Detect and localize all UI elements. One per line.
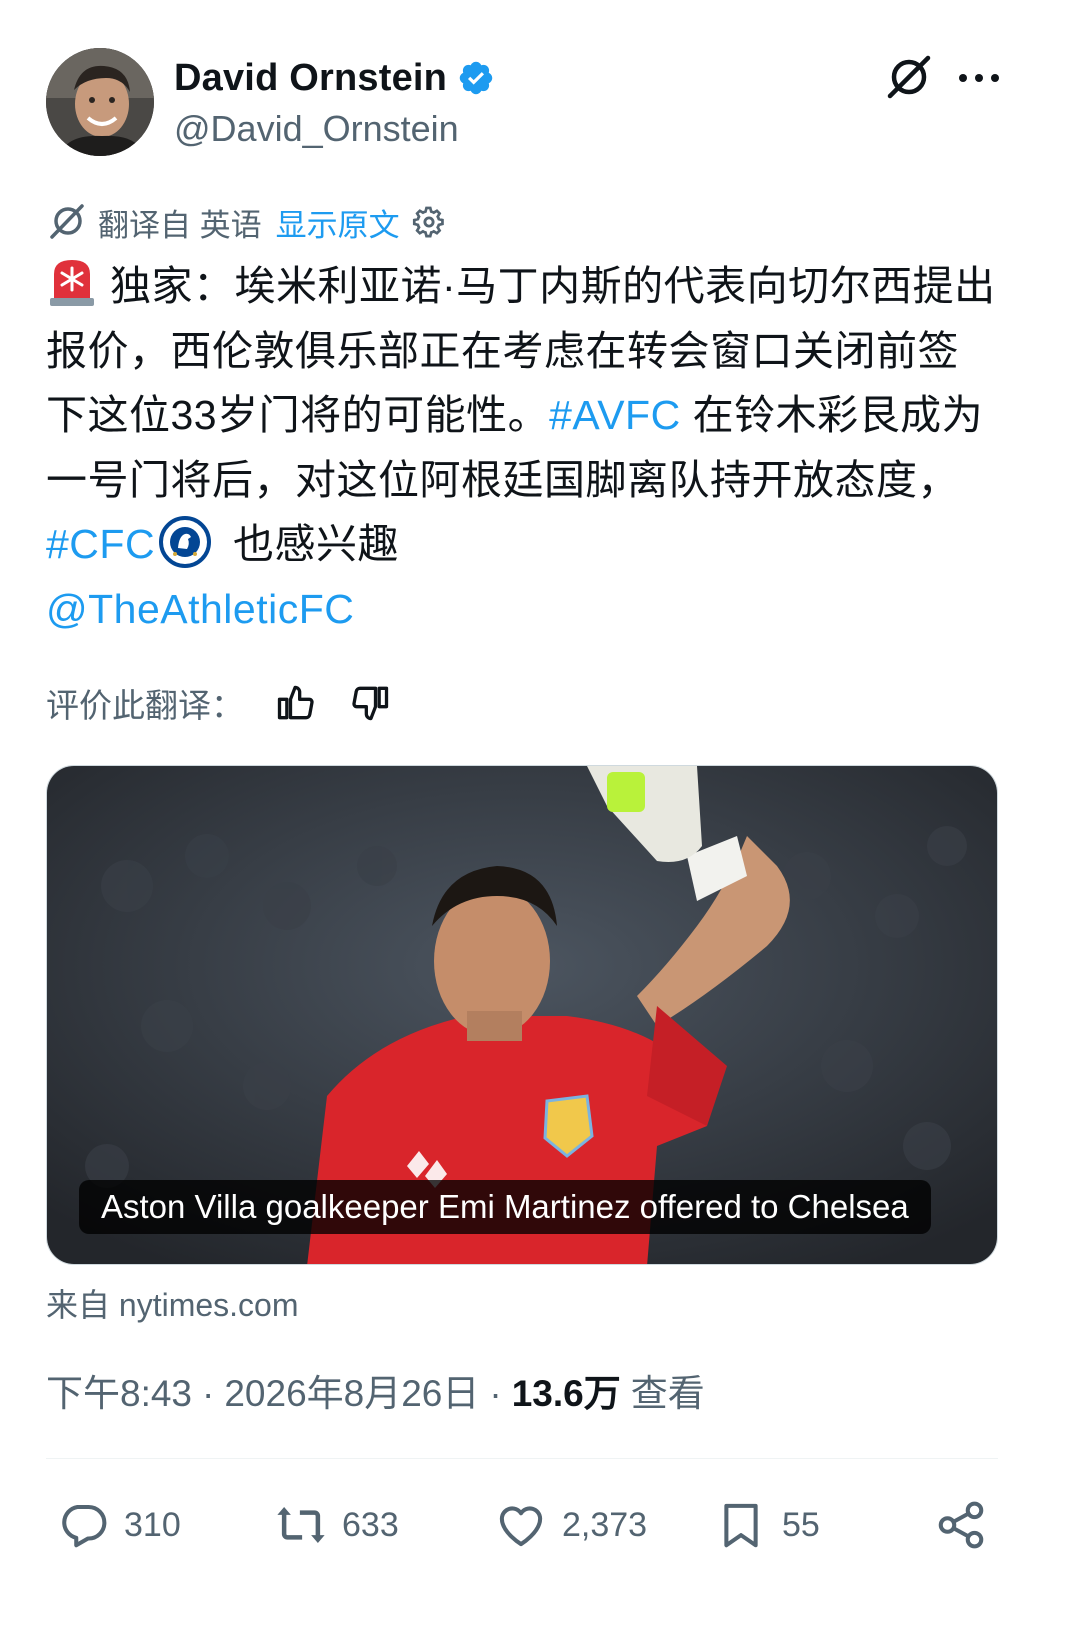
action-bar: 310 633 2,373 55 — [46, 1490, 998, 1560]
meta-separator: · — [202, 1373, 215, 1414]
tweet-text: 独家：埃米利亚诺·马丁内斯的代表向切尔西提出报价，西伦敦俱乐部正在考虑在转会窗口… — [46, 254, 996, 641]
thumbs-up-icon[interactable] — [274, 681, 318, 725]
bookmark-icon — [724, 1503, 758, 1548]
card-source[interactable]: 来自 nytimes.com — [46, 1280, 299, 1326]
heart-icon — [499, 1506, 543, 1547]
share-button[interactable] — [934, 1490, 1002, 1560]
hashtag-avfc[interactable]: #AVFC — [549, 392, 681, 438]
meta-separator: · — [489, 1373, 502, 1414]
rate-translation-label: 评价此翻译： — [46, 687, 244, 724]
grok-icon — [50, 204, 84, 239]
reply-button[interactable]: 310 — [56, 1490, 181, 1560]
rate-translation: 评价此翻译： — [46, 680, 392, 726]
link-card[interactable]: Aston Villa goalkeeper Emi Martinez offe… — [46, 765, 998, 1265]
verified-badge-icon — [459, 61, 493, 95]
share-icon — [938, 1501, 984, 1549]
thumbs-down-icon[interactable] — [348, 681, 392, 725]
chelsea-badge-emoji — [159, 516, 212, 568]
tweet-meta: 下午8:43 · 2026年8月26日 · 13.6万 查看 — [46, 1363, 705, 1417]
repost-count: 633 — [342, 1505, 399, 1544]
grok-icon[interactable] — [882, 52, 934, 104]
reply-count: 310 — [124, 1505, 181, 1544]
card-caption: Aston Villa goalkeeper Emi Martinez offe… — [79, 1180, 931, 1234]
views-label: 查看 — [630, 1373, 705, 1414]
bookmark-count: 55 — [782, 1505, 820, 1544]
translation-prefix: 翻译自 英语 — [98, 207, 262, 243]
bookmark-button[interactable]: 55 — [714, 1490, 820, 1560]
views-count: 13.6万 — [511, 1373, 621, 1414]
avatar[interactable] — [46, 48, 154, 156]
like-count: 2,373 — [562, 1505, 648, 1544]
tweet-header: David Ornstein @David_Ornstein — [46, 48, 1036, 158]
like-button[interactable]: 2,373 — [494, 1490, 647, 1560]
tweet-time[interactable]: 下午8:43 — [46, 1363, 192, 1417]
divider — [46, 1458, 998, 1459]
mention-theathleticfc[interactable]: @TheAthleticFC — [46, 586, 354, 632]
handle[interactable]: @David_Ornstein — [174, 108, 459, 150]
tweet-text-part3: 也感兴趣 — [221, 521, 399, 567]
reply-icon — [62, 1504, 107, 1548]
more-dots-icon[interactable] — [956, 58, 1002, 98]
gear-icon[interactable] — [410, 203, 448, 241]
tweet-date[interactable]: 2026年8月26日 — [224, 1363, 479, 1417]
repost-icon — [277, 1507, 325, 1543]
hashtag-cfc[interactable]: #CFC — [46, 521, 155, 567]
name-row: David Ornstein — [174, 54, 495, 102]
repost-button[interactable]: 633 — [274, 1490, 399, 1560]
rotating-light-emoji — [50, 260, 94, 306]
translation-notice: 翻译自 英语 显示原文 — [46, 200, 448, 244]
show-original-link[interactable]: 显示原文 — [276, 200, 400, 245]
display-name[interactable]: David Ornstein — [174, 57, 447, 100]
